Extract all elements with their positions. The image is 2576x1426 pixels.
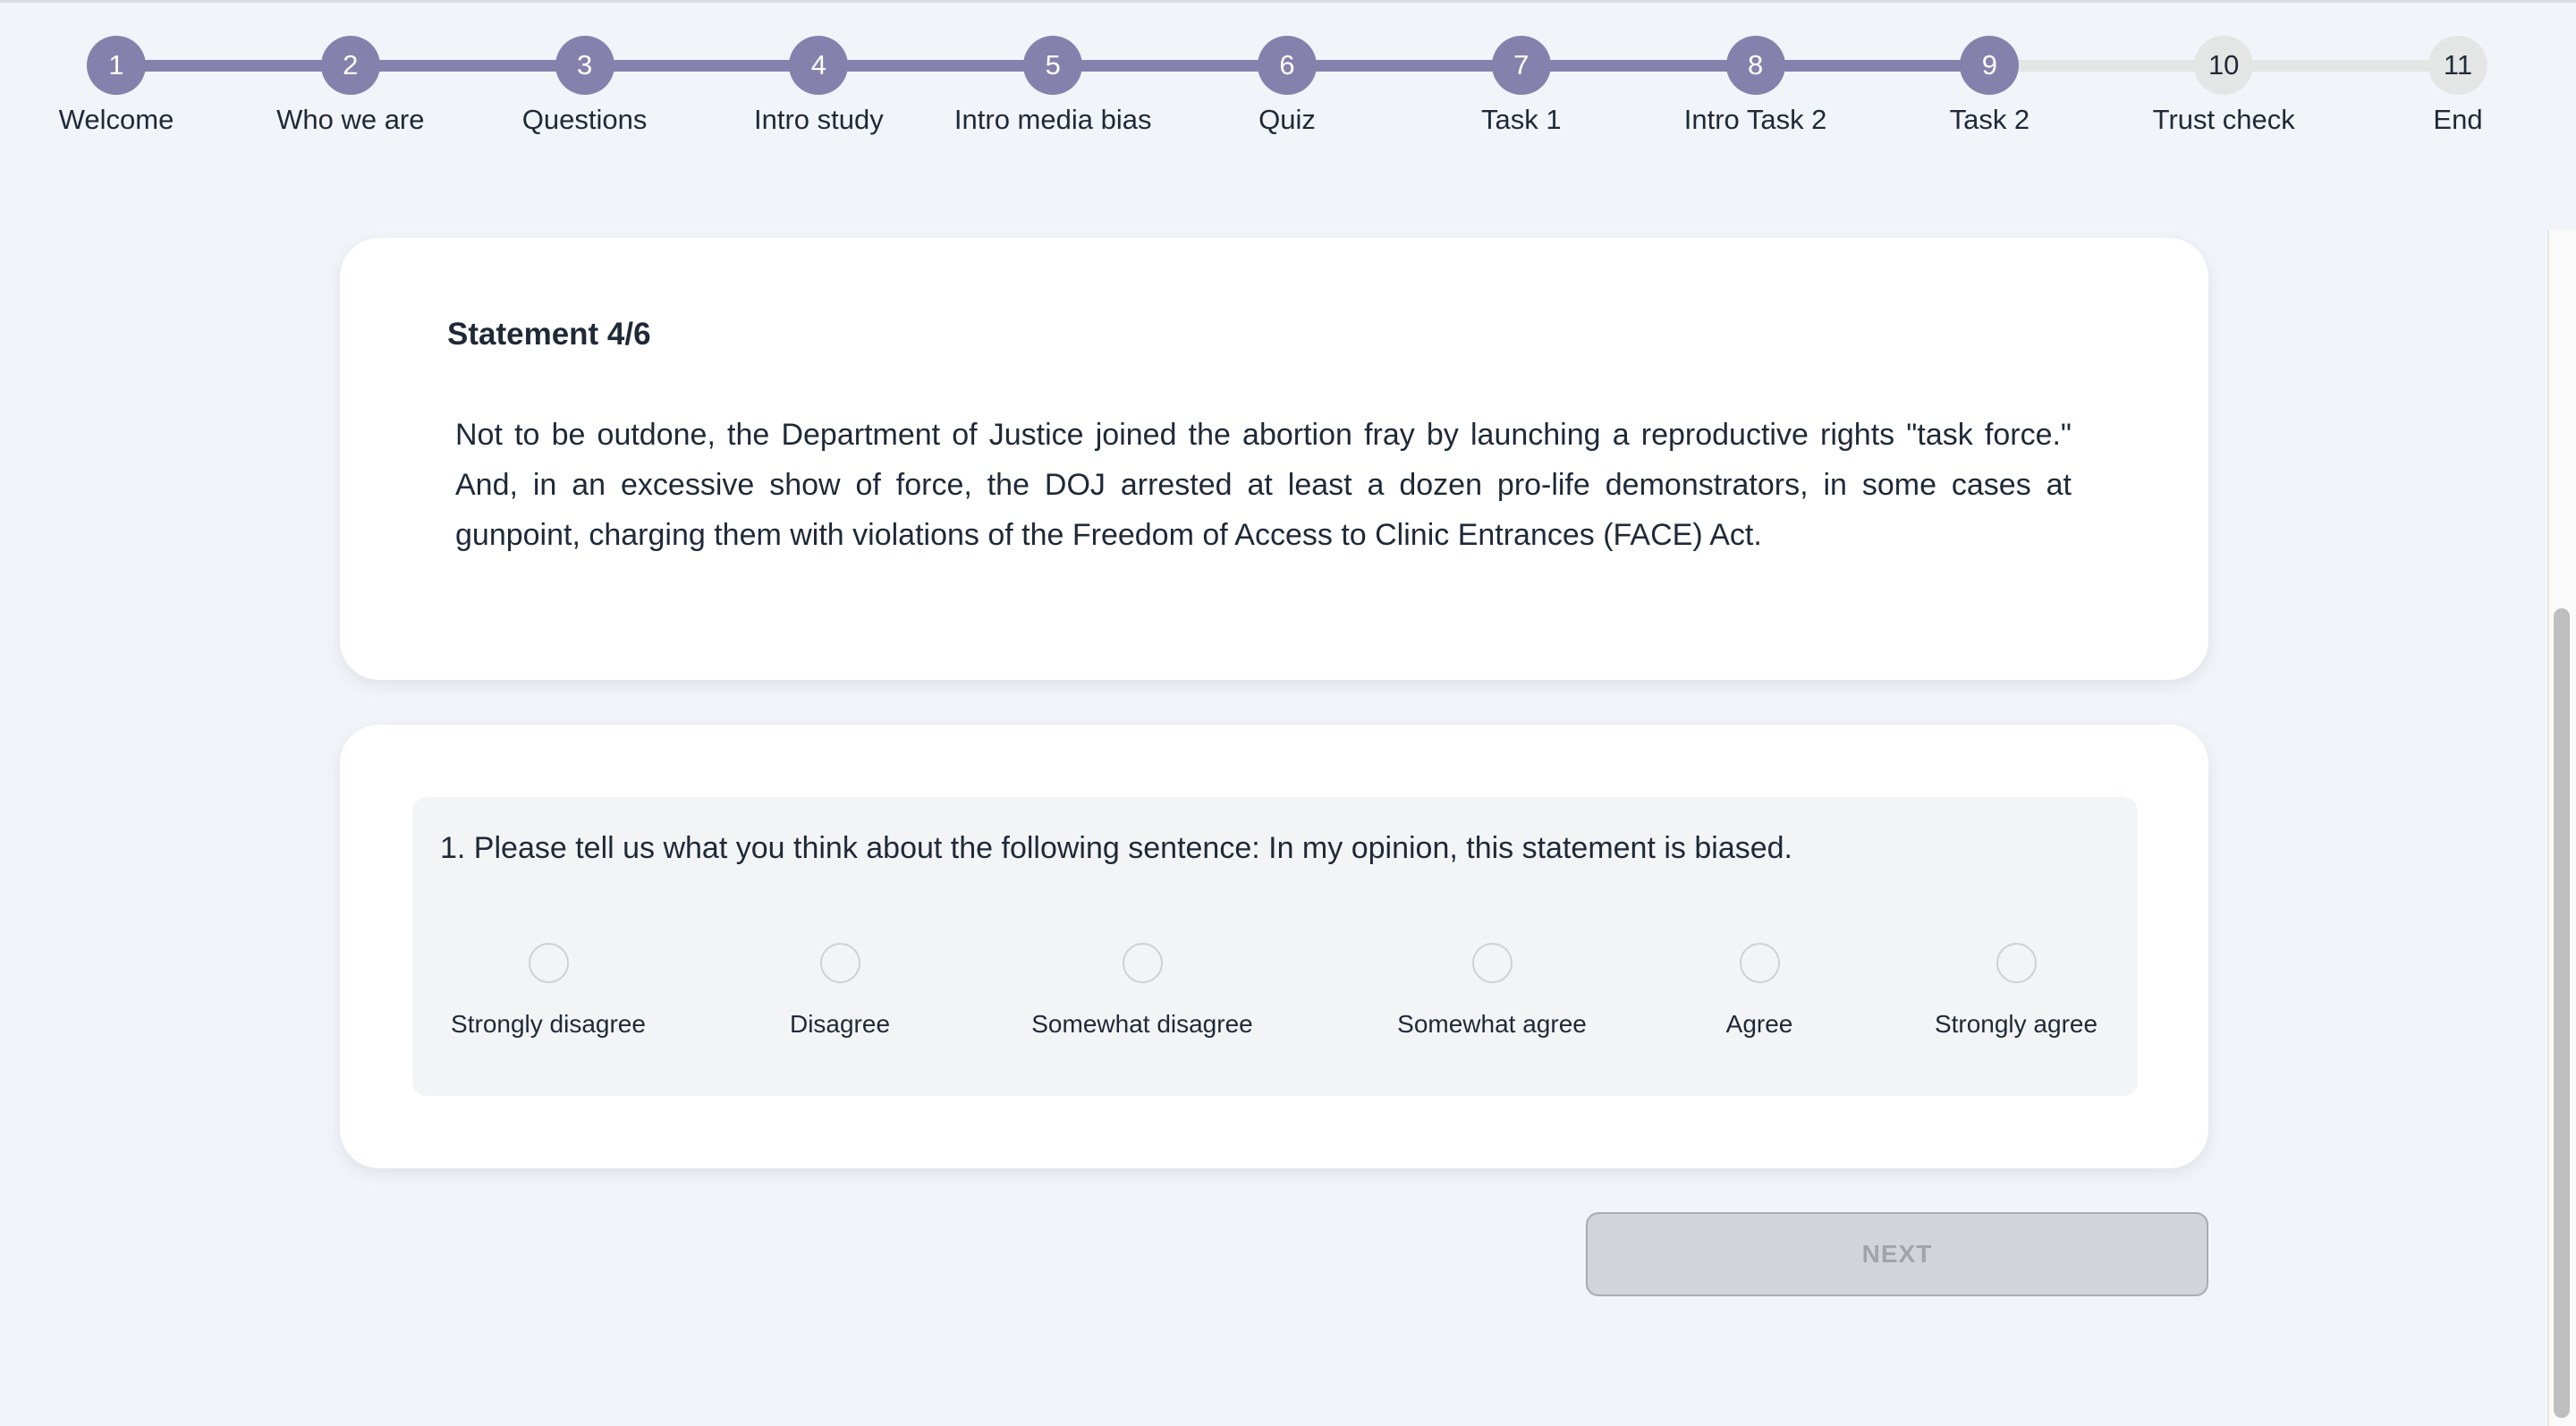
radio-button[interactable]	[1122, 943, 1163, 983]
radio-button[interactable]	[1739, 943, 1780, 983]
progress-stepper: 1 Welcome 2 Who we are 3 Questions 4 Intro stud…	[0, 0, 2576, 161]
step-5: 5 Intro media bias	[936, 36, 1170, 136]
step-number-circle: 11	[2428, 36, 2487, 95]
step-label: Task 2	[1949, 104, 2030, 135]
step-label: Quiz	[1258, 104, 1316, 135]
question-text: 1. Please tell us what you think about t…	[440, 831, 1792, 865]
step-10: 10 Trust check	[2106, 36, 2341, 136]
likert-question: 1. Please tell us what you think about t…	[412, 797, 2138, 1096]
radio-button[interactable]	[528, 943, 569, 983]
step-number-circle: 7	[1491, 36, 1551, 95]
option-disagree[interactable]: Disagree	[706, 943, 974, 1039]
option-label: Somewhat disagree	[1031, 1010, 1253, 1038]
step-label: Questions	[521, 104, 648, 135]
step-11: 11 End	[2341, 36, 2575, 136]
step-number-circle: 6	[1258, 36, 1317, 95]
option-label: Strongly disagree	[451, 1010, 646, 1038]
step-number-circle: 1	[87, 36, 146, 95]
step-9: 9 Task 2	[1872, 36, 2106, 136]
step-label: Task 1	[1480, 104, 1562, 135]
step-2: 2 Who we are	[233, 36, 468, 136]
step-number-circle: 3	[555, 36, 614, 95]
step-label: Who we are	[276, 104, 425, 135]
step-number-circle: 2	[320, 36, 380, 95]
scrollbar-thumb[interactable]	[2554, 608, 2570, 1418]
option-strongly-agree[interactable]: Strongly agree	[1882, 943, 2150, 1039]
radio-button[interactable]	[1996, 943, 2037, 983]
step-6: 6 Quiz	[1170, 36, 1404, 136]
step-number-circle: 10	[2194, 36, 2254, 95]
step-number-circle: 5	[1023, 36, 1083, 95]
option-somewhat-agree[interactable]: Somewhat agree	[1358, 943, 1626, 1039]
step-label: End	[2433, 104, 2483, 135]
step-label: Welcome	[58, 104, 174, 135]
statement-text: Not to be outdone, the Department of Jus…	[455, 418, 2072, 552]
option-label: Strongly agree	[1934, 1010, 2098, 1038]
step-4: 4 Intro study	[701, 36, 936, 136]
option-strongly-disagree[interactable]: Strongly disagree	[414, 943, 682, 1039]
option-label: Agree	[1725, 1010, 1793, 1038]
step-1: 1 Welcome	[0, 36, 233, 136]
option-label: Somewhat agree	[1397, 1010, 1587, 1038]
statement-title: Statement 4/6	[447, 317, 651, 352]
option-somewhat-disagree[interactable]: Somewhat disagree	[1008, 943, 1276, 1039]
question-card: 1. Please tell us what you think about t…	[340, 725, 2208, 1168]
step-number-circle: 4	[789, 36, 849, 95]
option-label: Disagree	[789, 1010, 891, 1038]
step-label: Intro media bias	[953, 104, 1152, 135]
radio-button[interactable]	[1471, 943, 1513, 983]
step-label: Intro Task 2	[1683, 104, 1827, 135]
option-agree[interactable]: Agree	[1625, 943, 1894, 1039]
step-3: 3 Questions	[468, 36, 702, 136]
statement-card: Statement 4/6 Not to be outdone, the Dep…	[340, 238, 2208, 680]
radio-button[interactable]	[819, 943, 860, 983]
step-number-circle: 8	[1725, 36, 1785, 95]
step-8: 8 Intro Task 2	[1639, 36, 1873, 136]
step-label: Trust check	[2152, 104, 2295, 135]
step-7: 7 Task 1	[1404, 36, 1639, 136]
next-button[interactable]: NEXT	[1586, 1212, 2208, 1296]
step-label: Intro study	[754, 104, 884, 135]
step-number-circle: 9	[1960, 36, 2020, 95]
